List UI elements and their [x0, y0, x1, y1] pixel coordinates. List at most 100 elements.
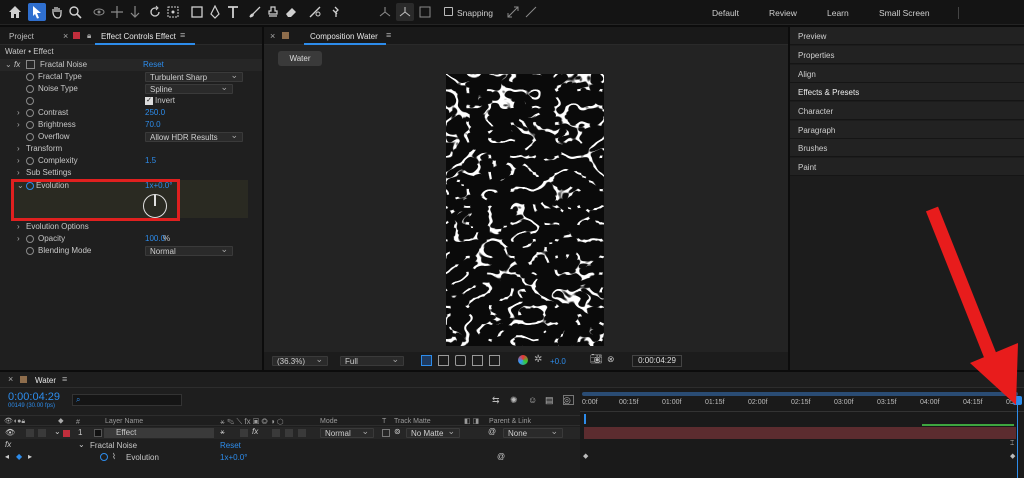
timeline-reset-link[interactable]: Reset: [220, 441, 241, 450]
work-area-start-handle[interactable]: [584, 414, 586, 424]
panel-preview[interactable]: Preview: [790, 27, 1024, 45]
draft-3d-icon[interactable]: ✺: [510, 395, 518, 406]
stopwatch-icon[interactable]: [26, 108, 34, 117]
tab-effect-controls[interactable]: Effect Controls Effect: [101, 32, 176, 41]
panel-align[interactable]: Align: [790, 65, 1024, 83]
stopwatch-icon[interactable]: [26, 156, 34, 165]
lock-icon[interactable]: 🔒︎: [87, 31, 91, 41]
sub-settings-row[interactable]: › Sub Settings: [0, 167, 262, 179]
chevron-right-icon[interactable]: ›: [17, 155, 20, 167]
panel-effects-presets[interactable]: Effects & Presets: [790, 83, 1024, 101]
layer-name-field[interactable]: Effect: [104, 428, 214, 438]
panel-brushes[interactable]: Brushes: [790, 139, 1024, 157]
tab-composition[interactable]: Composition Water: [310, 32, 378, 41]
layer-row[interactable]: 👁︎ ⌄ 1 Effect ⚹ fx Normal ⊚ No Matte @ N…: [0, 427, 580, 439]
rectangle-tool-icon[interactable]: [188, 3, 206, 21]
stopwatch-icon[interactable]: [26, 72, 34, 81]
adjustment-switch[interactable]: [285, 429, 293, 437]
orbit-camera-icon[interactable]: [90, 3, 108, 21]
local-axis-icon[interactable]: [376, 3, 394, 21]
hand-tool-icon[interactable]: [48, 3, 66, 21]
noise-type-dropdown[interactable]: Spline: [145, 83, 233, 94]
solo-toggle[interactable]: [26, 429, 34, 437]
graph-icon[interactable]: ⌇: [112, 452, 116, 461]
quality-switch[interactable]: [240, 429, 248, 437]
eye-icon[interactable]: 👁︎: [5, 428, 15, 437]
timeline-evolution-value[interactable]: 1x+0.0°: [220, 453, 247, 462]
pen-tool-icon[interactable]: [206, 3, 224, 21]
stopwatch-icon[interactable]: [26, 96, 34, 105]
invert-checkbox[interactable]: ✓: [145, 97, 153, 105]
3d-switch[interactable]: [298, 429, 306, 437]
shy-layers-icon[interactable]: ☺: [528, 395, 537, 405]
panel-menu-icon[interactable]: ≡: [386, 30, 391, 40]
zoom-tool-icon[interactable]: [66, 3, 84, 21]
home-icon[interactable]: [6, 3, 24, 21]
region-of-interest-icon[interactable]: [472, 355, 483, 366]
contrast-value[interactable]: 250.0: [145, 107, 165, 119]
puppet-pin-icon[interactable]: [326, 3, 344, 21]
comp-chip[interactable]: Water: [278, 51, 322, 66]
label-tag-icon[interactable]: ⬥: [58, 416, 64, 426]
chevron-right-icon[interactable]: ›: [17, 143, 20, 155]
stopwatch-icon[interactable]: [26, 246, 34, 255]
overflow-dropdown[interactable]: Allow HDR Results: [145, 131, 243, 142]
roto-brush-icon[interactable]: [306, 3, 324, 21]
keyframe-nav-next-icon[interactable]: ▸: [28, 452, 32, 461]
timeline-timecode[interactable]: 0:00:04:29: [8, 391, 60, 403]
stopwatch-icon[interactable]: [26, 84, 34, 93]
comp-timecode[interactable]: 0:00:04:29: [632, 355, 682, 367]
frame-blending-icon[interactable]: ▤: [545, 395, 554, 406]
snap-contract-icon[interactable]: [522, 3, 540, 21]
stopwatch-icon[interactable]: [100, 452, 108, 461]
rotate-tool-icon[interactable]: [146, 3, 164, 21]
view-axis-icon[interactable]: [416, 3, 434, 21]
keyframe-end-icon[interactable]: ◆: [1010, 452, 1015, 460]
brightness-value[interactable]: 70.0: [145, 119, 161, 131]
fx-icon[interactable]: fx: [5, 440, 11, 449]
graph-editor-icon[interactable]: [563, 395, 574, 405]
dolly-camera-icon[interactable]: [126, 3, 144, 21]
chevron-right-icon[interactable]: ›: [17, 233, 20, 245]
world-axis-icon[interactable]: [396, 3, 414, 21]
tab-timeline-water[interactable]: Water: [35, 376, 56, 385]
matte-pickwhip-icon[interactable]: ⊚: [394, 427, 401, 436]
eraser-tool-icon[interactable]: [282, 3, 300, 21]
fx-icon[interactable]: fx: [14, 59, 20, 71]
panel-character[interactable]: Character: [790, 102, 1024, 120]
timeline-search-input[interactable]: ⌕: [72, 394, 182, 406]
keyframe-nav-prev-icon[interactable]: ◂: [5, 452, 9, 461]
type-tool-icon[interactable]: [224, 3, 242, 21]
panel-paint[interactable]: Paint: [790, 158, 1024, 176]
color-channels-icon[interactable]: [518, 355, 528, 365]
close-icon[interactable]: ×: [270, 31, 275, 41]
snap-expand-icon[interactable]: [504, 3, 522, 21]
fractal-type-dropdown[interactable]: Turbulent Sharp: [145, 71, 243, 82]
chevron-right-icon[interactable]: ›: [17, 107, 20, 119]
chevron-right-icon[interactable]: ›: [17, 167, 20, 179]
parent-dropdown[interactable]: None: [503, 427, 563, 438]
exposure-value[interactable]: +0.0: [550, 357, 566, 366]
anchor-point-icon[interactable]: [164, 3, 182, 21]
fast-preview-icon[interactable]: [421, 355, 432, 366]
mask-visibility-icon[interactable]: [455, 355, 466, 366]
panel-menu-icon[interactable]: ≡: [62, 374, 67, 384]
chevron-down-icon[interactable]: ⌄: [78, 440, 85, 449]
chevron-down-icon[interactable]: ⌄: [5, 59, 12, 71]
snapping-checkbox[interactable]: [444, 7, 453, 16]
clone-stamp-icon[interactable]: [264, 3, 282, 21]
tab-project[interactable]: Project: [9, 32, 34, 41]
close-icon[interactable]: ×: [63, 31, 68, 41]
av-switches-icon[interactable]: 👁︎◖●🔒︎: [4, 417, 25, 426]
fx-switch-icon[interactable]: fx: [252, 427, 258, 436]
mode-dropdown[interactable]: Normal: [320, 427, 374, 438]
show-snapshot-icon[interactable]: ⊗: [607, 354, 615, 365]
motion-blur-switch[interactable]: [272, 429, 280, 437]
shy-switch-icon[interactable]: ⚹: [220, 427, 225, 437]
workspace-learn[interactable]: Learn: [827, 8, 849, 18]
zoom-dropdown[interactable]: (36.3%): [272, 355, 328, 366]
preserve-transparency-checkbox[interactable]: [382, 429, 390, 437]
stopwatch-icon[interactable]: [26, 120, 34, 129]
panel-properties[interactable]: Properties: [790, 46, 1024, 64]
panel-paragraph[interactable]: Paragraph: [790, 121, 1024, 139]
